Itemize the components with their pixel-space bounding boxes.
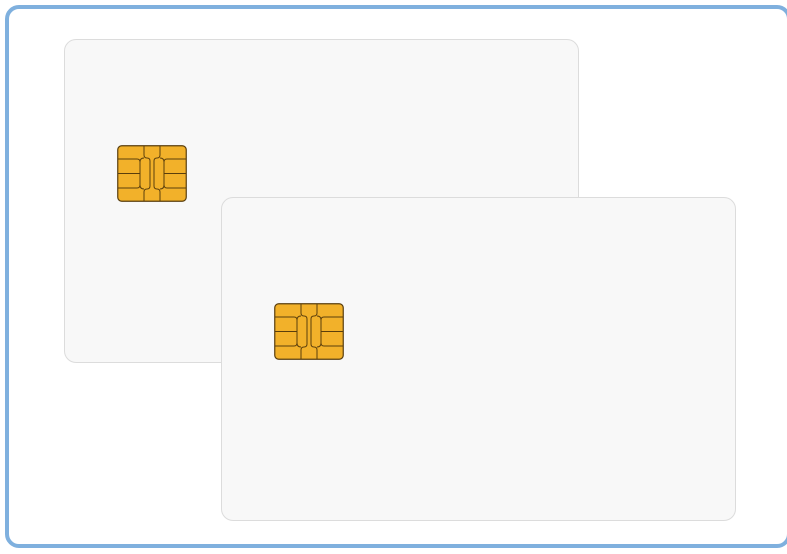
smart-card-chip-icon xyxy=(274,303,344,360)
smart-card-front xyxy=(221,197,736,521)
smart-card-chip-icon xyxy=(117,145,187,202)
